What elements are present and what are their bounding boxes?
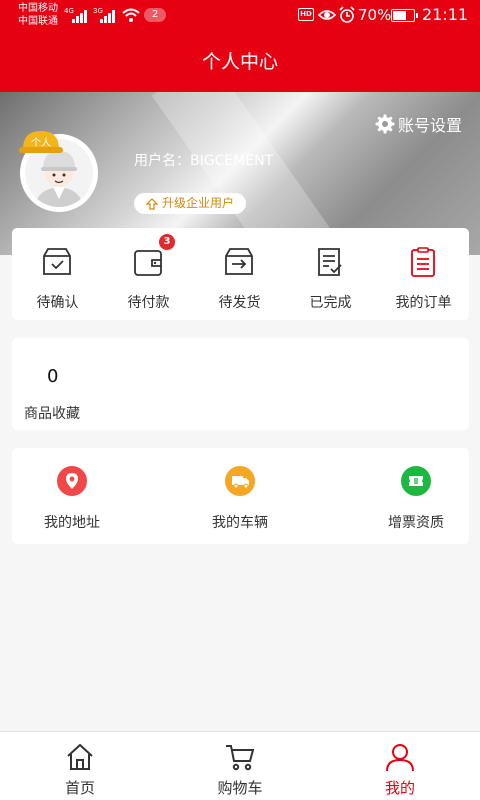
- order-status-label: 待发货: [218, 295, 261, 311]
- tab-mine[interactable]: 我的: [320, 732, 480, 800]
- box-shipping-icon: [225, 248, 253, 275]
- orders-card: 待确认 3 待付款 待发货 已完成 我的订单: [12, 228, 469, 320]
- carrier-2: 中国联通: [18, 16, 58, 27]
- user-icon: [386, 744, 414, 772]
- tab-label: 我的: [384, 779, 415, 797]
- account-settings-button[interactable]: 账号设置: [375, 112, 462, 136]
- clock: 21:11: [422, 5, 469, 24]
- order-status-label: 已完成: [309, 295, 352, 311]
- page-title: 个人中心: [0, 32, 480, 92]
- location-pin-icon: [57, 466, 87, 496]
- home-icon: [67, 743, 93, 770]
- service-label: 我的地址: [44, 515, 100, 531]
- upgrade-label: 升级企业用户: [162, 196, 235, 210]
- carrier-1: 中国移动: [18, 3, 58, 14]
- order-status-completed[interactable]: 已完成: [285, 228, 376, 320]
- notification-count-badge: 2: [144, 8, 166, 22]
- tab-home[interactable]: 首页: [0, 732, 160, 800]
- wifi-icon: [122, 8, 140, 22]
- my-vehicles-button[interactable]: 我的车辆: [180, 448, 300, 544]
- invoice-ticket-icon: [401, 466, 431, 496]
- avatar[interactable]: 个人: [19, 131, 98, 212]
- alarm-icon: [339, 6, 355, 23]
- order-status-label: 我的订单: [395, 295, 452, 311]
- account-settings-label: 账号设置: [397, 116, 462, 135]
- battery-icon: [391, 9, 418, 22]
- favorites-count: 0: [47, 366, 59, 387]
- my-address-button[interactable]: 我的地址: [12, 448, 132, 544]
- upgrade-arrow-icon: [146, 197, 158, 210]
- document-check-icon: [318, 248, 342, 276]
- tab-cart[interactable]: 购物车: [160, 732, 320, 800]
- order-list-icon: [411, 247, 435, 277]
- truck-icon: [225, 466, 255, 496]
- tab-label: 首页: [64, 779, 95, 797]
- service-label: 我的车辆: [212, 515, 268, 531]
- eye-comfort-icon: [318, 10, 336, 20]
- upgrade-enterprise-button[interactable]: 升级企业用户: [134, 193, 247, 214]
- status-bar: 中国移动 中国联通 4G 3G 2 HD 70% 21:11: [0, 0, 480, 32]
- carrier-info: 中国移动 中国联通: [18, 2, 58, 28]
- order-status-pending-confirm[interactable]: 待确认: [12, 228, 103, 320]
- order-status-pending-shipment[interactable]: 待发货: [194, 228, 285, 320]
- cart-icon: [226, 745, 255, 771]
- gear-icon: [375, 114, 395, 134]
- battery-percent: 70%: [358, 6, 392, 24]
- signal-1-icon: [72, 9, 92, 23]
- vip-helmet-icon: 个人: [19, 131, 63, 153]
- favorites-label: 商品收藏: [24, 406, 80, 422]
- services-card: 我的地址 我的车辆 增票资质: [12, 448, 469, 544]
- bottom-tab-bar: 首页 购物车 我的: [0, 731, 480, 800]
- favorites-card[interactable]: 0 商品收藏: [12, 338, 469, 430]
- hd-icon: HD: [298, 8, 314, 21]
- signal-2-icon: [100, 9, 120, 23]
- box-check-icon: [43, 248, 71, 275]
- service-label: 增票资质: [388, 515, 444, 531]
- order-status-label: 待付款: [127, 295, 170, 311]
- order-status-label: 待确认: [36, 295, 79, 311]
- wallet-icon: [134, 250, 162, 276]
- username: 用户名：BIGCEMENT: [134, 153, 274, 169]
- tab-label: 购物车: [217, 779, 263, 797]
- my-orders-button[interactable]: 我的订单: [378, 228, 469, 320]
- vip-badge-text: 个人: [31, 137, 51, 149]
- invoice-qualification-button[interactable]: 增票资质: [356, 448, 476, 544]
- order-status-pending-payment[interactable]: 3 待付款: [103, 228, 194, 320]
- pending-payment-badge: 3: [159, 234, 175, 250]
